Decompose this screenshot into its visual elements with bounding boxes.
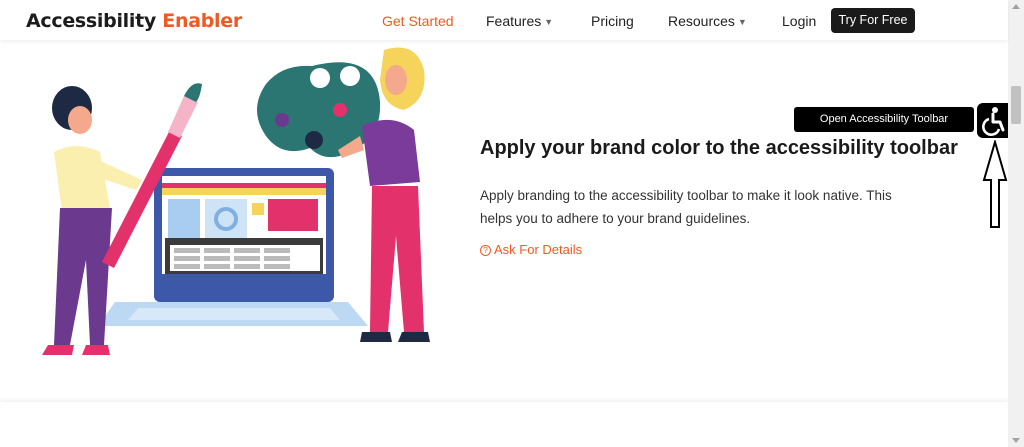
arrow-up-icon xyxy=(982,140,1008,228)
logo-main-text: Accessibility xyxy=(26,10,156,32)
wheelchair-icon xyxy=(982,107,1005,136)
nav-features[interactable]: Features ▼ xyxy=(486,13,553,29)
logo[interactable]: Accessibility Enabler xyxy=(26,10,242,32)
chevron-down-icon: ▼ xyxy=(737,17,747,27)
nav-resources-label: Resources xyxy=(668,13,735,29)
scroll-up-icon[interactable] xyxy=(1012,4,1020,9)
question-circle-icon: ? xyxy=(480,245,491,256)
nav-login[interactable]: Login xyxy=(782,13,816,29)
logo-accent-text: Enabler xyxy=(162,10,242,32)
accessibility-toolbar-button[interactable] xyxy=(977,103,1010,138)
section-heading: Apply your brand color to the accessibil… xyxy=(480,137,958,159)
nav-pricing[interactable]: Pricing xyxy=(591,13,634,29)
nav-resources[interactable]: Resources ▼ xyxy=(668,13,747,29)
accessibility-tooltip: Open Accessibility Toolbar xyxy=(794,107,974,132)
page-scrollbar[interactable] xyxy=(1008,0,1024,447)
scroll-thumb[interactable] xyxy=(1011,86,1021,124)
scroll-down-icon[interactable] xyxy=(1012,438,1020,443)
top-navbar: Accessibility Enabler Get Started Featur… xyxy=(0,0,1008,40)
nav-features-label: Features xyxy=(486,13,542,29)
section-description: Apply branding to the accessibility tool… xyxy=(480,188,892,226)
brand-illustration xyxy=(42,47,430,355)
next-section xyxy=(0,402,1008,447)
ask-for-details-link[interactable]: ? Ask For Details xyxy=(480,242,582,257)
ask-for-details-label: Ask For Details xyxy=(494,242,583,257)
nav-get-started[interactable]: Get Started xyxy=(382,13,454,29)
try-for-free-button[interactable]: Try For Free xyxy=(831,8,915,33)
chevron-down-icon: ▼ xyxy=(544,17,554,27)
